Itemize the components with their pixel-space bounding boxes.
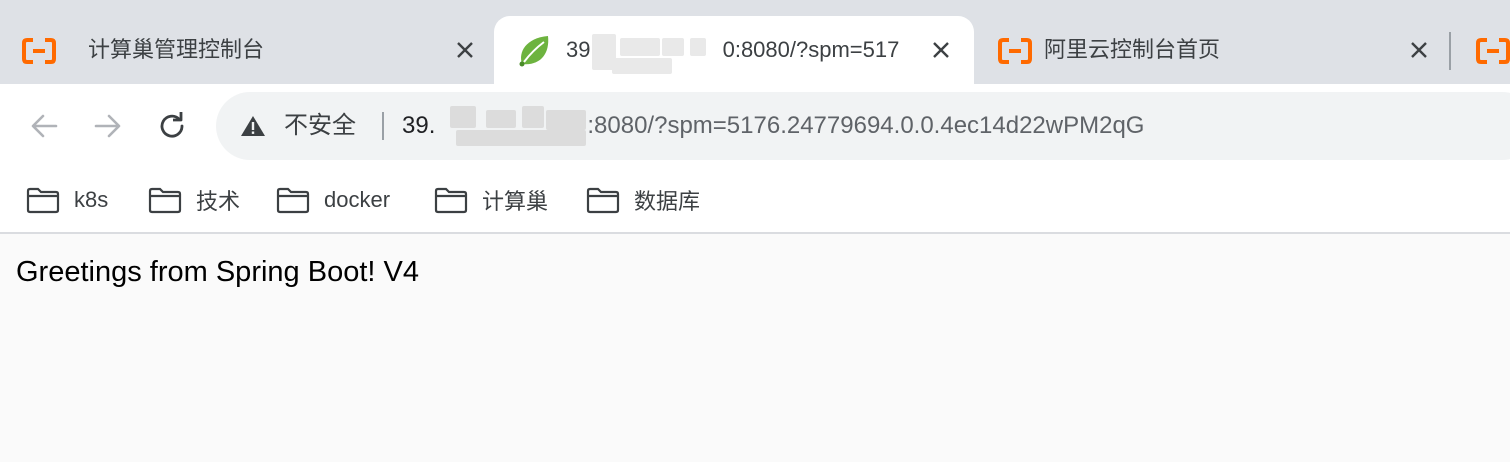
bookmark-compute-nest[interactable]: 计算巢 <box>434 182 548 218</box>
tab-partial[interactable] <box>1458 16 1510 84</box>
redaction-mask <box>612 58 672 74</box>
omnibox-divider <box>382 112 384 140</box>
warning-triangle-icon[interactable] <box>240 114 266 138</box>
bookmark-label: 数据库 <box>634 189 701 214</box>
aliyun-logo-icon <box>998 38 1032 64</box>
back-arrow-icon[interactable] <box>24 106 64 146</box>
tab-separator <box>1449 32 1451 70</box>
reload-icon[interactable] <box>152 106 192 146</box>
bookmark-docker[interactable]: docker <box>276 182 390 218</box>
tab-strip: 计算巢管理控制台 39. 0:8080/?spm=517 阿里云控制台首页 <box>0 0 1510 84</box>
tab-compute-nest-console[interactable]: 计算巢管理控制台 <box>0 16 494 84</box>
page-body-text: Greetings from Spring Boot! V4 <box>16 256 419 288</box>
redaction-mask <box>522 106 544 128</box>
redaction-mask <box>690 38 706 56</box>
bookmark-label: docker <box>324 187 391 212</box>
tab-aliyun-console-home[interactable]: 阿里云控制台首页 <box>976 16 1450 84</box>
redaction-mask <box>546 110 586 130</box>
redaction-mask <box>450 106 476 128</box>
redaction-mask <box>456 130 586 146</box>
aliyun-logo-icon <box>1476 38 1510 64</box>
bookmark-label: 技术 <box>196 189 241 214</box>
tab-spring-app[interactable]: 39. 0:8080/?spm=517 <box>494 16 974 84</box>
security-status-label[interactable]: 不安全 <box>284 92 356 160</box>
forward-arrow-icon[interactable] <box>88 106 128 146</box>
browser-toolbar: 不安全 39. :8080/?spm=5176.24779694.0.0.4ec1… <box>0 84 1510 168</box>
folder-icon <box>26 187 60 214</box>
spring-leaf-icon <box>519 36 549 67</box>
bookmark-label: k8s <box>74 187 109 212</box>
bookmark-tech[interactable]: 技术 <box>148 182 240 218</box>
close-icon[interactable] <box>454 39 476 61</box>
redaction-mask <box>662 38 684 56</box>
folder-icon <box>434 187 468 214</box>
tab-title-url: 0:8080/?spm=517 <box>722 37 900 62</box>
tab-title: 计算巢管理控制台 <box>88 37 265 62</box>
page-viewport: Greetings from Spring Boot! V4 <box>0 234 1510 462</box>
folder-icon <box>586 187 620 214</box>
bookmark-database[interactable]: 数据库 <box>586 182 700 218</box>
address-bar[interactable]: 不安全 39. :8080/?spm=5176.24779694.0.0.4ec1… <box>216 92 1510 160</box>
bookmark-label: 计算巢 <box>482 189 549 214</box>
redaction-mask <box>620 38 660 56</box>
bookmarks-bar: k8s 技术 docker 计算巢 数据库 <box>0 168 1510 232</box>
url-path: :8080/?spm=5176.24779694.0.0.4ec14d22wPM… <box>587 112 1145 139</box>
redaction-mask <box>486 110 516 128</box>
bookmark-k8s[interactable]: k8s <box>26 182 108 218</box>
close-icon[interactable] <box>930 39 952 61</box>
folder-icon <box>276 187 310 214</box>
aliyun-logo-icon <box>22 38 56 64</box>
close-icon[interactable] <box>1408 39 1430 61</box>
url-host: 39. <box>402 112 436 139</box>
folder-icon <box>148 187 182 214</box>
tab-title: 阿里云控制台首页 <box>1044 37 1221 62</box>
